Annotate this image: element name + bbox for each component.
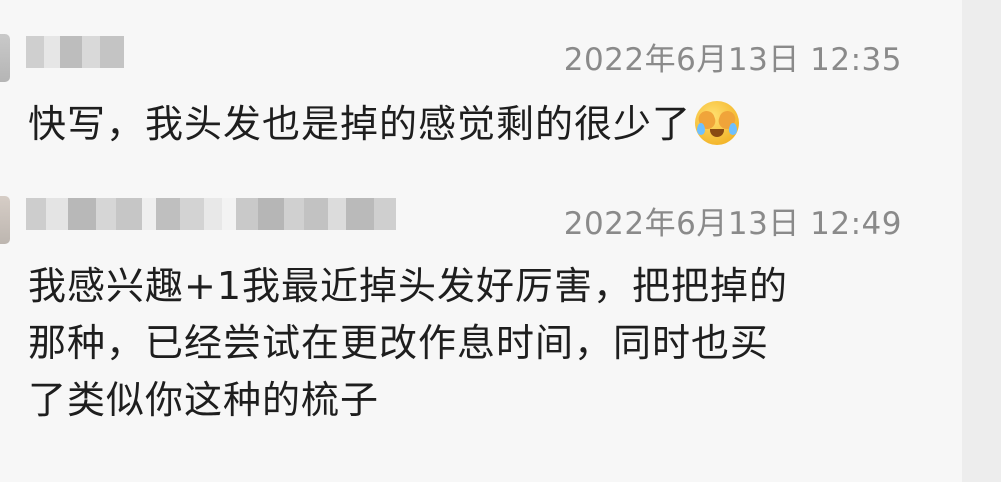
- avatar[interactable]: [0, 34, 10, 82]
- author-name-redacted[interactable]: [26, 198, 396, 230]
- comment-text-line: 了类似你这种的梳子: [28, 378, 380, 422]
- comment-timestamp: 2022年6月13日 12:35: [563, 42, 902, 78]
- comment-text: 快写，我头发也是掉的感觉剩的很少了: [28, 96, 928, 153]
- comment-text-body: 快写，我头发也是掉的感觉剩的很少了: [28, 102, 692, 146]
- author-name-redacted[interactable]: [26, 36, 124, 68]
- comment-timestamp: 2022年6月13日 12:49: [563, 206, 902, 242]
- avatar[interactable]: [0, 196, 10, 244]
- face-with-tears-covering-eyes-icon: [695, 101, 740, 145]
- comment-text: 我感兴趣+1我最近掉头发好厉害，把把掉的 那种，已经尝试在更改作息时间，同时也买…: [28, 258, 928, 429]
- comment-text-line: 那种，已经尝试在更改作息时间，同时也买: [28, 321, 770, 365]
- comment-thread: 2022年6月13日 12:35 快写，我头发也是掉的感觉剩的很少了 2022年…: [0, 0, 962, 482]
- comment-text-line: 我感兴趣+1我最近掉头发好厉害，把把掉的: [28, 264, 789, 308]
